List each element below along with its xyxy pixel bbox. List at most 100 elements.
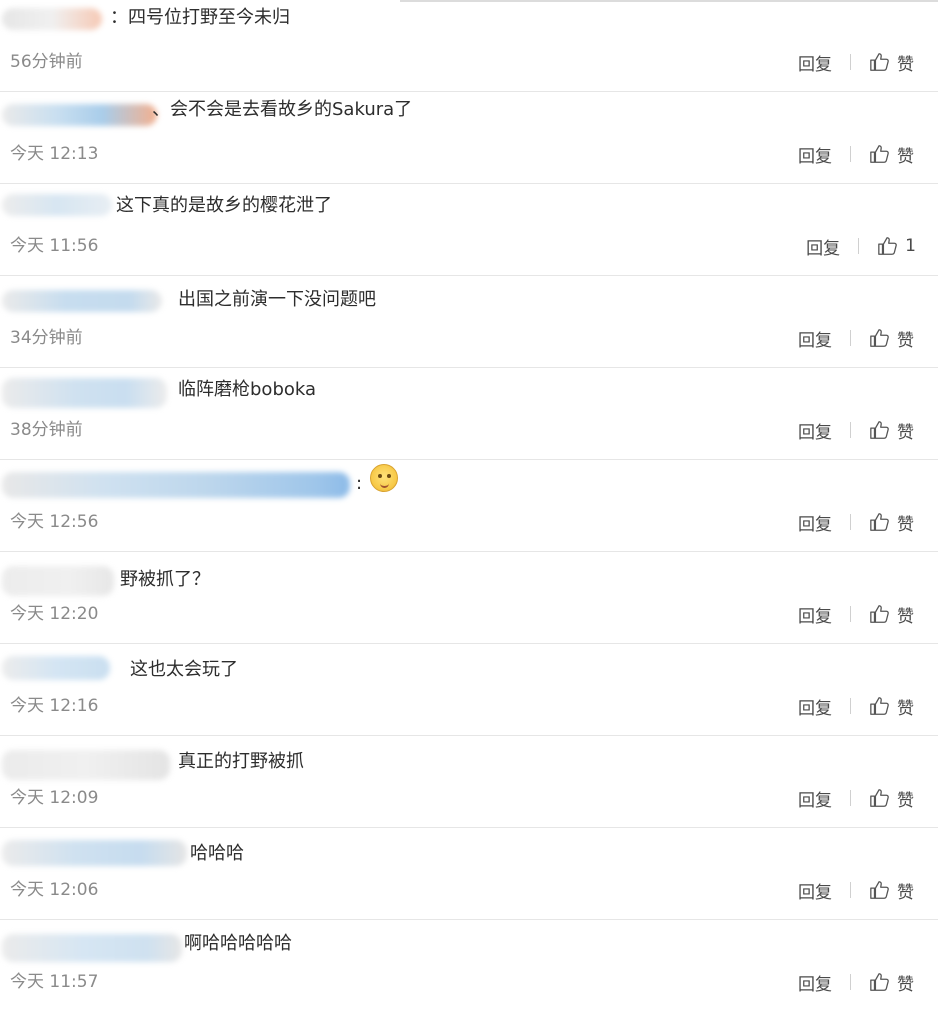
like-label: 赞 bbox=[897, 330, 914, 351]
thumbs-up-icon bbox=[869, 971, 891, 993]
comment-actions: 回复 赞 bbox=[798, 326, 914, 351]
reply-button[interactable]: 回复 bbox=[798, 970, 832, 995]
blurred-username bbox=[2, 934, 182, 962]
thumbs-up-icon bbox=[877, 235, 899, 257]
comment-actions: 回复 赞 bbox=[798, 694, 914, 719]
blurred-username bbox=[2, 566, 114, 596]
thumbs-up-icon bbox=[869, 419, 891, 441]
thumbs-up-icon bbox=[869, 787, 891, 809]
thumbs-up-icon bbox=[869, 511, 891, 533]
thumbs-up-icon bbox=[869, 51, 891, 73]
like-label: 赞 bbox=[897, 790, 914, 811]
like-button[interactable]: 赞 bbox=[869, 510, 914, 535]
comment-list: ：四号位打野至今未归 56分钟前 回复 赞 、会不会是去看故乡的Sakura了 … bbox=[0, 0, 938, 1012]
like-button[interactable]: 赞 bbox=[869, 142, 914, 167]
like-label: 赞 bbox=[897, 698, 914, 719]
comment-text: 出国之前演一下没问题吧 bbox=[178, 289, 376, 310]
comment-item: 野被抓了？ 今天 12:20 回复 赞 bbox=[0, 552, 938, 644]
reply-button[interactable]: 回复 bbox=[798, 50, 832, 75]
like-button[interactable]: 赞 bbox=[869, 50, 914, 75]
reply-button[interactable]: 回复 bbox=[798, 602, 832, 627]
like-label: 赞 bbox=[897, 146, 914, 167]
like-button[interactable]: 1 bbox=[877, 235, 916, 257]
comment-actions: 回复 赞 bbox=[798, 50, 914, 75]
blurred-username bbox=[2, 840, 187, 866]
comment-item: 哈哈哈 今天 12:06 回复 赞 bbox=[0, 828, 938, 920]
reply-button[interactable]: 回复 bbox=[798, 694, 832, 719]
like-button[interactable]: 赞 bbox=[869, 602, 914, 627]
comment-item: 真正的打野被抓 今天 12:09 回复 赞 bbox=[0, 736, 938, 828]
reply-button[interactable]: 回复 bbox=[798, 510, 832, 535]
action-divider bbox=[850, 54, 851, 70]
comment-text: 、会不会是去看故乡的Sakura了 bbox=[152, 99, 413, 120]
reply-button[interactable]: 回复 bbox=[798, 878, 832, 903]
action-divider bbox=[850, 882, 851, 898]
thumbs-up-icon bbox=[869, 879, 891, 901]
like-button[interactable]: 赞 bbox=[869, 694, 914, 719]
comment-actions: 回复 赞 bbox=[798, 786, 914, 811]
comment-actions: 回复 赞 bbox=[798, 878, 914, 903]
comment-text: 这也太会玩了 bbox=[130, 659, 238, 680]
like-label: 赞 bbox=[897, 54, 914, 75]
comment-time: 38分钟前 bbox=[10, 420, 83, 440]
like-button[interactable]: 赞 bbox=[869, 878, 914, 903]
comment-item: 出国之前演一下没问题吧 34分钟前 回复 赞 bbox=[0, 276, 938, 368]
comment-actions: 回复 赞 bbox=[798, 510, 914, 535]
comment-item: 临阵磨枪boboka 38分钟前 回复 赞 bbox=[0, 368, 938, 460]
thumbs-up-icon bbox=[869, 143, 891, 165]
comment-item: ：四号位打野至今未归 56分钟前 回复 赞 bbox=[0, 0, 938, 92]
comment-time: 今天 12:20 bbox=[10, 604, 99, 624]
like-label: 赞 bbox=[897, 974, 914, 995]
reply-button[interactable]: 回复 bbox=[798, 326, 832, 351]
comment-item: 这也太会玩了 今天 12:16 回复 赞 bbox=[0, 644, 938, 736]
like-count: 1 bbox=[905, 236, 916, 256]
comment-text: 真正的打野被抓 bbox=[178, 751, 304, 772]
like-button[interactable]: 赞 bbox=[869, 418, 914, 443]
action-divider bbox=[850, 974, 851, 990]
thumbs-up-icon bbox=[869, 695, 891, 717]
blurred-username bbox=[2, 378, 167, 408]
comment-time: 56分钟前 bbox=[10, 52, 83, 72]
comment-actions: 回复 赞 bbox=[798, 970, 914, 995]
action-divider bbox=[850, 146, 851, 162]
comment-text: ：四号位打野至今未归 bbox=[110, 7, 290, 28]
comment-time: 今天 12:06 bbox=[10, 880, 99, 900]
reply-button[interactable]: 回复 bbox=[798, 786, 832, 811]
action-divider bbox=[850, 606, 851, 622]
action-divider bbox=[858, 238, 860, 254]
comment-time: 今天 12:16 bbox=[10, 696, 99, 716]
like-button[interactable]: 赞 bbox=[869, 970, 914, 995]
action-divider bbox=[850, 422, 851, 438]
comment-text: 这下真的是故乡的樱花泄了 bbox=[116, 195, 332, 216]
comment-text: 野被抓了？ bbox=[120, 569, 210, 590]
reply-button[interactable]: 回复 bbox=[798, 418, 832, 443]
reply-button[interactable]: 回复 bbox=[806, 234, 840, 259]
comment-actions: 回复 赞 bbox=[798, 602, 914, 627]
blurred-username bbox=[2, 104, 157, 126]
like-label: 赞 bbox=[897, 514, 914, 535]
comment-text: 哈哈哈 bbox=[190, 843, 244, 864]
comment-time: 今天 12:56 bbox=[10, 512, 99, 532]
blurred-username bbox=[2, 750, 170, 780]
thumbs-up-icon bbox=[869, 603, 891, 625]
comment-time: 34分钟前 bbox=[10, 328, 83, 348]
like-button[interactable]: 赞 bbox=[869, 786, 914, 811]
action-divider bbox=[850, 790, 851, 806]
blurred-username bbox=[2, 8, 102, 30]
comment-item: 、会不会是去看故乡的Sakura了 今天 12:13 回复 赞 bbox=[0, 92, 938, 184]
comment-item: 啊哈哈哈哈哈 今天 11:57 回复 赞 bbox=[0, 920, 938, 1012]
like-label: 赞 bbox=[897, 882, 914, 903]
action-divider bbox=[850, 514, 851, 530]
comment-text: 啊哈哈哈哈哈 bbox=[184, 933, 292, 954]
comment-item: : 今天 12:56 回复 赞 bbox=[0, 460, 938, 552]
comment-actions: 回复 1 bbox=[806, 234, 916, 259]
comment-time: 今天 11:56 bbox=[10, 236, 99, 256]
comment-time: 今天 12:13 bbox=[10, 144, 99, 164]
reply-button[interactable]: 回复 bbox=[798, 142, 832, 167]
action-divider bbox=[850, 330, 851, 346]
like-button[interactable]: 赞 bbox=[869, 326, 914, 351]
blurred-username bbox=[2, 472, 350, 498]
blurred-username bbox=[2, 290, 162, 312]
thumbs-up-icon bbox=[869, 327, 891, 349]
blurred-username bbox=[2, 194, 112, 216]
